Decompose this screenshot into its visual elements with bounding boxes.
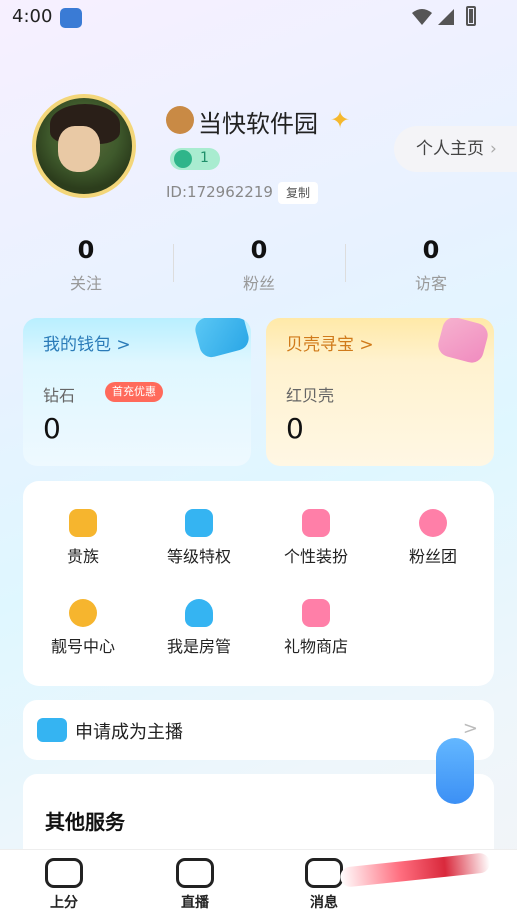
menu-item-label: 我是房管 [166,637,231,656]
copy-id-button[interactable]: 复制 [278,182,318,204]
diamond-value: 0 [43,412,61,445]
nav-item-score[interactable]: 上分 [24,858,104,912]
wallet-title-label: 我的钱包 [43,335,111,355]
status-time: 4:00 [12,6,53,27]
chevron-right-icon: > [359,335,374,355]
stat-label: 粉丝 [242,274,275,293]
stat-value: 0 [77,236,95,264]
menu-item-label: 等级特权 [166,547,231,566]
section-title: 其他服务 [45,810,125,834]
profile-page-label: 个人主页 [416,139,484,159]
menu-item-label: 靓号中心 [50,637,115,656]
red-shell-label: 红贝壳 [286,386,335,405]
battery-icon [466,6,476,26]
nav-label: 直播 [181,895,209,911]
menu-item-label: 礼物商店 [283,637,348,656]
apply-streamer-row[interactable]: 申请成为主播 > [23,700,494,760]
stat-value: 0 [422,236,440,264]
wallet-card[interactable]: 我的钱包 > 钻石 首充优惠 0 [23,318,251,466]
message-icon [305,858,343,888]
stat-label: 访客 [414,274,447,293]
avatar[interactable] [32,94,136,198]
menu-item-noble[interactable]: 贵族 [25,509,141,567]
nickname: 当快软件园 [198,110,318,138]
red-shell-value: 0 [286,412,304,445]
avatar-face [58,126,100,172]
treasure-title-label: 贝壳寻宝 [286,335,354,355]
treasure-card[interactable]: 贝壳寻宝 > 红贝壳 0 [266,318,494,466]
admin-user-icon [185,599,213,627]
profile-page-button[interactable]: 个人主页 › [394,126,517,172]
divider [345,244,346,282]
video-camera-icon [37,718,67,742]
level-badge[interactable]: 1 [170,148,220,170]
level-value: 1 [200,150,209,166]
level-icon [174,150,192,168]
menu-item-gift-shop[interactable]: 礼物商店 [258,599,374,657]
sparkle-icon: ✦ [330,106,351,134]
divider [173,244,174,282]
menu-item-label: 粉丝团 [408,547,457,566]
menu-item-label: 贵族 [66,547,99,566]
menu-item-level-privilege[interactable]: 等级特权 [141,509,257,567]
monkey-icon [166,106,194,134]
wallet-icon [192,318,251,360]
menu-item-pretty-number[interactable]: 靓号中心 [25,599,141,657]
stat-label: 关注 [69,274,102,293]
chevron-right-icon: > [116,335,131,355]
floating-bubble[interactable] [436,738,474,804]
menu-item-room-admin[interactable]: 我是房管 [141,599,257,657]
nav-label: 上分 [50,895,78,911]
stat-following[interactable]: 0 关注 [16,236,156,294]
shell-chest-icon [435,318,491,366]
crown-icon [69,509,97,537]
menu-item-dress-up[interactable]: 个性装扮 [258,509,374,567]
user-id: ID:172962219 [166,183,273,201]
stat-value: 0 [250,236,268,264]
feature-menu: 贵族 等级特权 个性装扮 粉丝团 靓号中心 我是房管 礼物商店 [23,481,494,686]
apply-streamer-label: 申请成为主播 [75,722,183,743]
shirt-icon [302,509,330,537]
treasure-title[interactable]: 贝壳寻宝 > [286,330,374,355]
diamond-label: 钻石 [43,386,76,405]
signal-icon [438,9,454,25]
status-bar: 4:00 [0,0,517,36]
heart-icon [419,509,447,537]
wifi-icon [412,9,432,25]
stat-visitors[interactable]: 0 访客 [361,236,501,294]
nav-item-live[interactable]: 直播 [155,858,235,912]
gamepad-icon [45,858,83,888]
badge-icon [185,509,213,537]
chevron-right-icon: › [490,139,497,159]
menu-item-fan-club[interactable]: 粉丝团 [375,509,491,567]
pretty-number-icon [69,599,97,627]
video-camera-icon [176,858,214,888]
nav-label: 消息 [310,895,338,911]
gift-bag-icon [302,599,330,627]
chevron-right-icon: > [462,718,478,739]
menu-item-label: 个性装扮 [283,547,348,566]
stat-fans[interactable]: 0 粉丝 [189,236,329,294]
wallet-title[interactable]: 我的钱包 > [43,330,131,355]
app-icon [60,8,82,28]
first-recharge-badge: 首充优惠 [105,382,163,402]
